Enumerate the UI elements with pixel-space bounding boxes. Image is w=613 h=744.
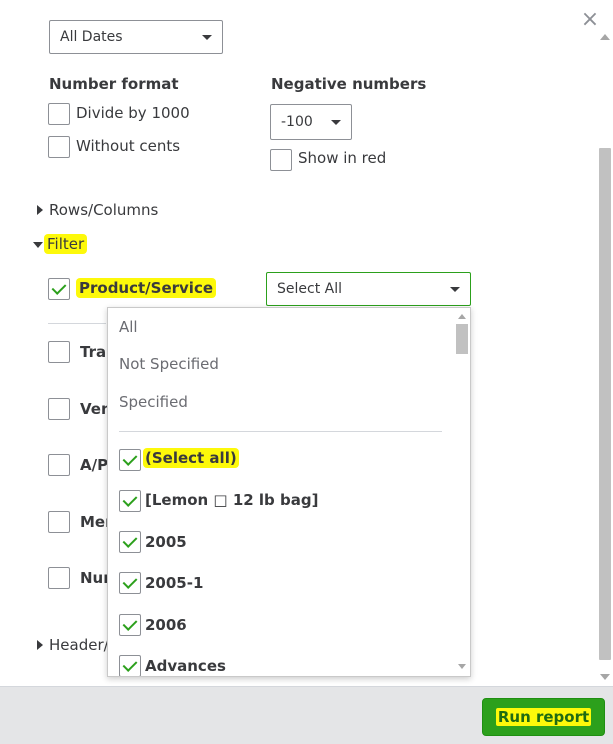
scrollbar-thumb[interactable] [599,148,611,660]
section-filter[interactable]: Filter [44,234,88,254]
scroll-down-icon[interactable] [458,664,466,669]
filter-row-checkbox[interactable] [48,341,70,363]
dropdown-divider [119,431,442,432]
item-checkbox[interactable] [119,614,141,636]
filter-row-checkbox[interactable] [48,511,70,533]
filter-row-label: Ven [80,400,107,418]
filter-divider [48,323,106,324]
filter-row-checkbox[interactable] [48,454,70,476]
negative-numbers-select[interactable]: -100 [270,104,352,140]
dropdown-option-all[interactable]: All [119,318,138,336]
number-format-heading: Number format [49,75,179,93]
negative-numbers-heading: Negative numbers [271,75,427,93]
collapse-down-icon[interactable] [33,242,43,248]
select-all-label[interactable]: (Select all) [143,448,239,468]
run-report-label: Run report [495,708,592,726]
dropdown-option-not-specified[interactable]: Not Specified [119,355,219,373]
scroll-up-icon[interactable] [600,34,610,40]
list-item[interactable]: 2005-1 [145,574,203,592]
dropdown-scrollbar[interactable] [454,308,470,676]
item-checkbox[interactable] [119,572,141,594]
section-header[interactable]: Header/ [49,636,107,654]
show-in-red-checkbox[interactable] [270,149,292,171]
select-all-checkbox[interactable] [119,449,141,471]
show-in-red-label: Show in red [298,149,387,167]
filter-row-label: Nur [80,569,107,587]
filter-row-label: Mer [80,513,107,531]
dropdown-scrollbar-thumb[interactable] [456,324,468,354]
list-item[interactable]: Advances [145,657,226,675]
item-checkbox[interactable] [119,531,141,553]
filter-row-label: A/P [80,456,107,474]
filter-row-checkbox[interactable] [48,398,70,420]
dates-select[interactable]: All Dates [49,20,223,54]
without-cents-label: Without cents [76,137,181,155]
divide-by-1000-checkbox[interactable] [48,103,70,125]
dropdown-option-specified[interactable]: Specified [119,393,188,411]
divide-by-1000-label: Divide by 1000 [76,104,190,122]
chevron-down-icon [331,120,341,125]
dates-select-value: All Dates [60,29,123,45]
chevron-down-icon [450,287,460,292]
section-rows-columns[interactable]: Rows/Columns [49,201,158,219]
scroll-down-icon[interactable] [600,674,610,680]
product-service-select-value: Select All [277,281,342,297]
run-report-button[interactable]: Run report [482,698,605,736]
product-service-label: Product/Service [76,278,217,298]
select-all-text: (Select all) [143,448,239,468]
list-item[interactable]: 2006 [145,616,187,634]
expand-right-icon[interactable] [37,205,43,215]
product-service-select[interactable]: Select All [266,272,471,306]
close-icon[interactable]: × [578,8,602,32]
filter-row-label: Tran [80,343,107,361]
item-checkbox[interactable] [119,655,141,676]
item-checkbox[interactable] [119,490,141,512]
section-filter-label: Filter [44,234,88,254]
without-cents-checkbox[interactable] [48,136,70,158]
list-item[interactable]: [Lemon □ 12 lb bag] [145,491,318,509]
filter-row-checkbox[interactable] [48,567,70,589]
negative-numbers-value: -100 [281,114,313,130]
chevron-down-icon [202,35,212,40]
product-service-dropdown: All Not Specified Specified (Select all)… [107,307,471,677]
report-settings-panel: × All Dates Number format Divide by 1000… [0,0,613,686]
product-service-checkbox[interactable] [48,278,70,300]
product-service-label-wrap: Product/Service [76,278,217,298]
scroll-up-icon[interactable] [458,314,466,319]
list-item[interactable]: 2005 [145,533,187,551]
expand-right-icon[interactable] [37,640,43,650]
page-scrollbar[interactable] [597,30,613,686]
